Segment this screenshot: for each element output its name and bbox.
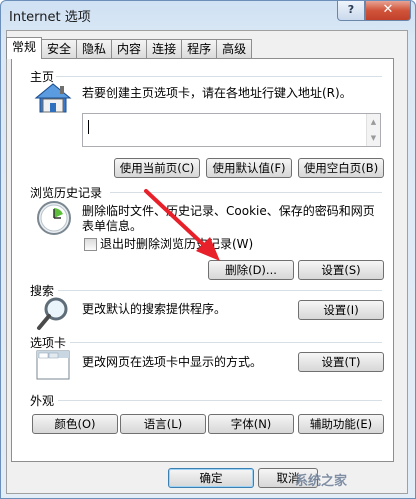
tabs-description: 更改网页在选项卡中显示的方式。 [82,355,263,369]
red-annotation-arrow-icon [144,189,220,261]
search-section-divider [58,290,382,291]
delete-history-on-exit-checkbox[interactable] [84,238,97,251]
tabs-window-icon [36,350,70,380]
window-title: Internet 选项 [9,10,91,25]
history-description-line2: 表单信息。 [82,219,143,233]
history-settings-button[interactable]: 设置(S) [298,260,384,280]
scroll-up-arrow-icon[interactable]: ▲ [367,114,380,130]
tab-advanced[interactable]: 高级 [217,39,253,59]
use-blank-page-button[interactable]: 使用空白页(B) [298,158,384,178]
tab-content[interactable]: 内容 [112,39,148,59]
search-settings-button[interactable]: 设置(I) [298,300,384,320]
home-icon [34,83,72,113]
search-description: 更改默认的搜索提供程序。 [82,302,227,316]
help-button[interactable]: ? [337,1,365,21]
home-description: 若要创建主页选项卡，请在各地址行键入地址(R)。 [82,86,352,100]
tabs-settings-button[interactable]: 设置(T) [298,352,384,372]
scroll-down-arrow-icon[interactable]: ▼ [367,130,380,146]
site-watermark: 系统之家 [295,474,348,489]
tab-strip: 常规 安全 隐私 内容 连接 程序 高级 [6,37,253,59]
ok-button[interactable]: 确定 [168,468,254,488]
address-scrollbar[interactable]: ▲ ▼ [366,114,380,146]
history-section-label: 浏览历史记录 [30,186,103,200]
tab-general[interactable]: 常规 [6,37,43,59]
title-bar[interactable]: Internet 选项 ? ✕ [1,1,415,29]
use-current-page-button[interactable]: 使用当前页(C) [114,158,200,178]
tab-security[interactable]: 安全 [42,39,78,59]
use-default-button[interactable]: 使用默认值(F) [206,158,292,178]
tab-connections[interactable]: 连接 [147,39,183,59]
history-clock-icon [37,201,71,235]
search-magnifier-icon [37,297,68,330]
colors-button[interactable]: 颜色(O) [32,414,118,434]
appearance-section-divider [58,400,382,401]
fonts-button[interactable]: 字体(N) [208,414,294,434]
languages-button[interactable]: 语言(L) [120,414,206,434]
close-button[interactable]: ✕ [365,1,411,21]
tab-programs[interactable]: 程序 [182,39,218,59]
home-page-address-input[interactable]: ▲ ▼ [82,113,381,147]
tab-privacy[interactable]: 隐私 [77,39,113,59]
accessibility-button[interactable]: 辅助功能(E) [298,414,384,434]
appearance-section-label: 外观 [30,394,55,408]
tabs-section-label: 选项卡 [30,336,67,350]
home-section-divider [56,76,382,77]
text-caret [88,120,89,134]
tabs-section-divider [70,342,382,343]
